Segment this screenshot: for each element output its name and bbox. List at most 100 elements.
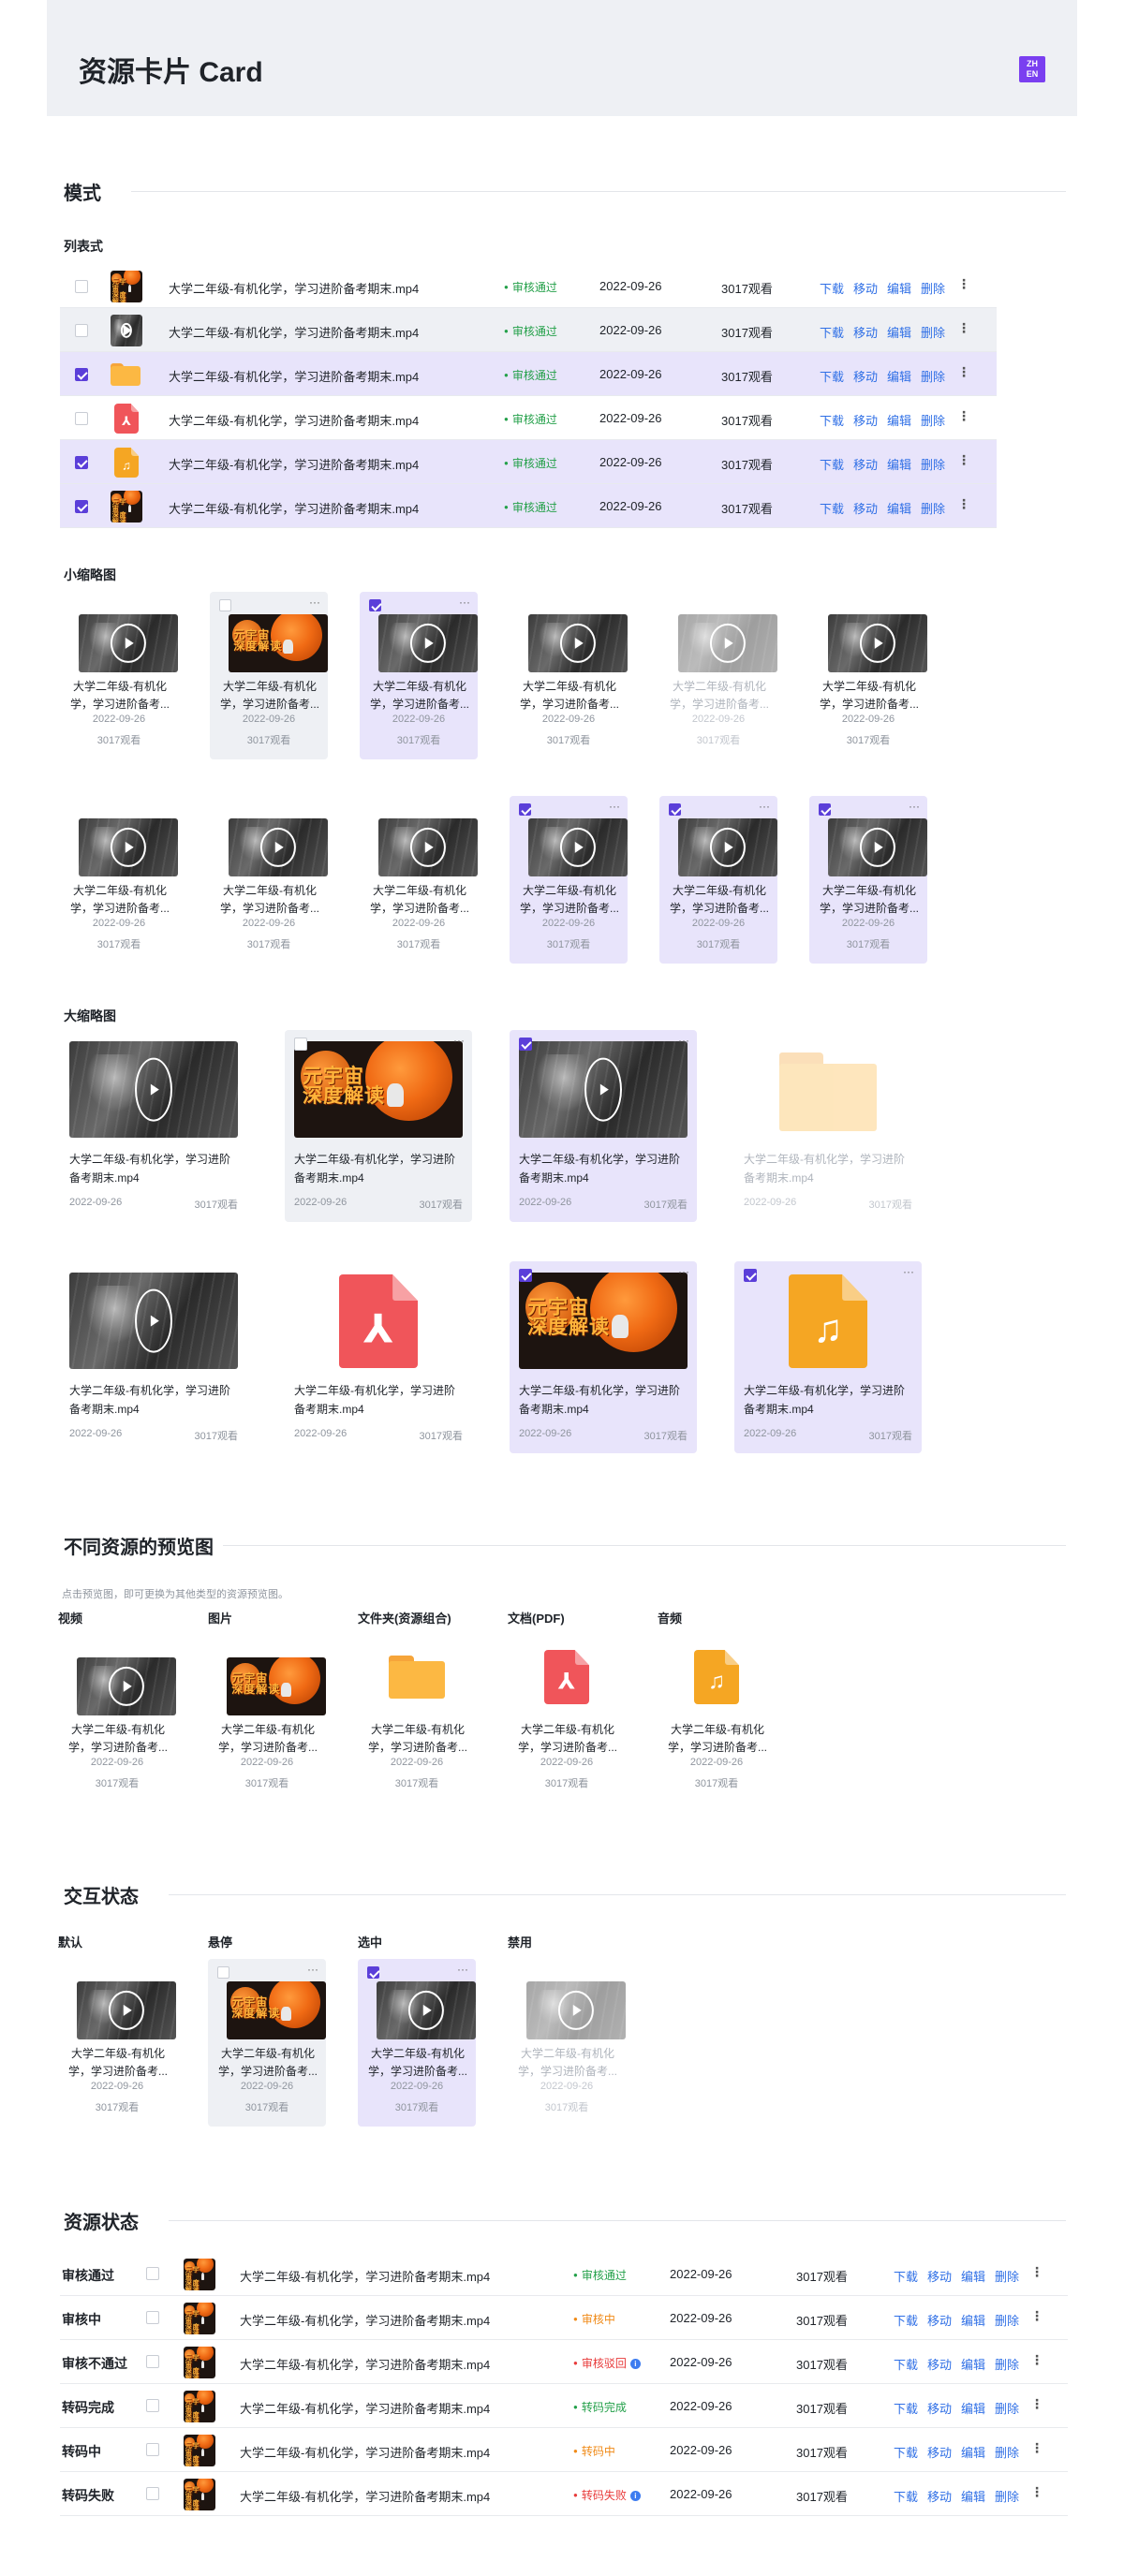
download-button[interactable]: 下载 — [820, 279, 844, 297]
row-checkbox[interactable] — [146, 2355, 159, 2368]
card-checkbox[interactable] — [369, 599, 381, 611]
list-row[interactable]: ♫ 大学二年级-有机化学，学习进阶备考期末.mp4 审核通过 2022-09-26 30… — [60, 440, 997, 484]
row-checkbox[interactable] — [75, 412, 88, 425]
delete-button[interactable]: 删除 — [995, 2399, 1019, 2417]
resource-card-small[interactable]: 大学二年级-有机化 学，学习进阶备考... 2022-09-26 3017观看 — [60, 592, 178, 759]
language-switch-button[interactable]: ZH EN — [1019, 56, 1045, 82]
edit-button[interactable]: 编辑 — [887, 279, 911, 297]
row-checkbox[interactable] — [146, 2399, 159, 2412]
list-row[interactable]: 元宇宙 深度解读 大学二年级-有机化学，学习进阶备考期末.mp4 审核通过 2022-… — [60, 264, 997, 308]
resource-card-large[interactable]: 大学二年级-有机化学，学习进阶 备考期末.mp4 2022-09-26 3017观看 — [60, 1030, 247, 1222]
resource-card-small[interactable]: 大学二年级-有机化 学，学习进阶备考... 2022-09-26 3017观看 — [60, 796, 178, 964]
resource-state-row[interactable]: 审核通过 元宇宙 深度解读 大学二年级-有机化学，学习进阶备考期末.mp4 审核通过 2… — [60, 2252, 1068, 2296]
edit-button[interactable]: 编辑 — [961, 2443, 985, 2461]
more-icon[interactable]: ⋮ — [1030, 2484, 1043, 2500]
resource-card-large[interactable]: 大学二年级-有机化学，学习进阶 备考期末.mp4 2022-09-26 3017观看 — [60, 1261, 247, 1453]
move-button[interactable]: 移动 — [927, 2399, 952, 2417]
card-checkbox[interactable] — [744, 1269, 757, 1282]
delete-button[interactable]: 删除 — [921, 367, 945, 385]
edit-button[interactable]: 编辑 — [887, 411, 911, 429]
resource-state-row[interactable]: 转码失败元宇宙 深度解读大学二年级-有机化学，学习进阶备考期末.mp4转码失败i… — [60, 2472, 1068, 2516]
card-checkbox[interactable] — [519, 1269, 532, 1282]
row-checkbox[interactable] — [146, 2443, 159, 2456]
resource-card-large[interactable]: ··· 元宇宙 深度解读 大学二年级-有机化学，学习进阶 备考期末.mp4 2022-0… — [285, 1030, 472, 1222]
resource-card-large[interactable]: ··· 大学二年级-有机化学，学习进阶 备考期末.mp4 2022-09-26 3017… — [510, 1030, 697, 1222]
row-checkbox[interactable] — [146, 2487, 159, 2500]
move-button[interactable]: 移动 — [927, 2355, 952, 2373]
download-button[interactable]: 下载 — [820, 499, 844, 517]
resource-card-small[interactable]: ··· 元宇宙 深度解读 大学二年级-有机化 学，学习进阶备考... 2022-09-2… — [210, 592, 328, 759]
resource-card-small[interactable]: ··· 大学二年级-有机化 学，学习进阶备考... 2022-09-26 3017观看 — [360, 592, 478, 759]
resource-card-small[interactable]: ··· 大学二年级-有机化 学，学习进阶备考... 2022-09-26 3017观看 — [510, 796, 628, 964]
resource-state-row[interactable]: 审核不通过 元宇宙 深度解读 大学二年级-有机化学，学习进阶备考期末.mp4 审核驳回… — [60, 2340, 1068, 2384]
info-icon[interactable]: i — [629, 2491, 641, 2501]
resource-card-small[interactable]: ⅄ 大学二年级-有机化 学，学习进阶备考... 2022-09-26 3017观看 — [508, 1635, 626, 1803]
edit-button[interactable]: 编辑 — [887, 455, 911, 473]
resource-card-small[interactable]: ··· 大学二年级-有机化 学，学习进阶备考... 2022-09-26 3017观看 — [659, 796, 777, 964]
resource-card-small[interactable]: 大学二年级-有机化 学，学习进阶备考... 2022-09-26 3017观看 — [510, 592, 628, 759]
more-icon[interactable]: ··· — [453, 1034, 465, 1047]
download-button[interactable]: 下载 — [820, 367, 844, 385]
row-checkbox[interactable] — [75, 324, 88, 337]
more-icon[interactable]: ⋮ — [957, 276, 970, 292]
more-icon[interactable]: ⋮ — [957, 452, 970, 468]
resource-card-small[interactable]: 大学二年级-有机化 学，学习进阶备考... 2022-09-26 3017观看 — [58, 1635, 176, 1803]
card-checkbox[interactable] — [367, 1966, 379, 1979]
download-button[interactable]: 下载 — [820, 455, 844, 473]
more-icon[interactable]: ··· — [457, 1963, 468, 1976]
more-icon[interactable]: ··· — [309, 596, 320, 609]
card-checkbox[interactable] — [519, 1038, 532, 1051]
edit-button[interactable]: 编辑 — [961, 2355, 985, 2373]
move-button[interactable]: 移动 — [853, 323, 878, 341]
resource-state-row[interactable]: 转码完成 元宇宙 深度解读 大学二年级-有机化学，学习进阶备考期末.mp4 转码完成 2… — [60, 2384, 1068, 2428]
resource-card-small[interactable]: ··· 大学二年级-有机化 学，学习进阶备考... 2022-09-26 3017观看 — [358, 1959, 476, 2127]
card-checkbox[interactable] — [219, 599, 231, 611]
row-checkbox[interactable] — [75, 500, 88, 513]
delete-button[interactable]: 删除 — [921, 499, 945, 517]
download-button[interactable]: 下载 — [894, 2267, 918, 2285]
delete-button[interactable]: 删除 — [921, 411, 945, 429]
resource-card-large[interactable]: ⅄ 大学二年级-有机化学，学习进阶 备考期末.mp4 2022-09-26 3017观看 — [285, 1261, 472, 1453]
more-icon[interactable]: ··· — [903, 1265, 914, 1278]
delete-button[interactable]: 删除 — [921, 455, 945, 473]
download-button[interactable]: 下载 — [820, 323, 844, 341]
resource-card-small[interactable]: ♫ 大学二年级-有机化 学，学习进阶备考... 2022-09-26 3017观看 — [658, 1635, 776, 1803]
more-icon[interactable]: ⋮ — [1030, 2440, 1043, 2456]
download-button[interactable]: 下载 — [894, 2311, 918, 2329]
download-button[interactable]: 下载 — [820, 411, 844, 429]
delete-button[interactable]: 删除 — [995, 2311, 1019, 2329]
resource-card-small[interactable]: 元宇宙 深度解读 大学二年级-有机化 学，学习进阶备考... 2022-09-26 30… — [208, 1635, 326, 1803]
more-icon[interactable]: ··· — [609, 800, 620, 813]
more-icon[interactable]: ⋮ — [1030, 2352, 1043, 2368]
more-icon[interactable]: ··· — [307, 1963, 318, 1976]
card-checkbox[interactable] — [294, 1038, 307, 1051]
more-icon[interactable]: ··· — [678, 1034, 689, 1047]
list-row[interactable]: ⅄ 大学二年级-有机化学，学习进阶备考期末.mp4 审核通过 2022-09-26 30… — [60, 396, 997, 440]
row-checkbox[interactable] — [75, 368, 88, 381]
more-icon[interactable]: ⋮ — [957, 364, 970, 380]
more-icon[interactable]: ⋮ — [957, 496, 970, 512]
more-icon[interactable]: ⋮ — [957, 408, 970, 424]
edit-button[interactable]: 编辑 — [887, 499, 911, 517]
resource-state-row[interactable]: 转码中 元宇宙 深度解读 大学二年级-有机化学，学习进阶备考期末.mp4 转码中 202… — [60, 2428, 1068, 2472]
move-button[interactable]: 移动 — [853, 499, 878, 517]
edit-button[interactable]: 编辑 — [887, 323, 911, 341]
resource-card-large[interactable]: ··· ♫ 大学二年级-有机化学，学习进阶 备考期末.mp4 2022-09-26 301… — [734, 1261, 922, 1453]
resource-card-small[interactable]: 大学二年级-有机化 学，学习进阶备考... 2022-09-26 3017观看 — [358, 1635, 476, 1803]
download-button[interactable]: 下载 — [894, 2355, 918, 2373]
download-button[interactable]: 下载 — [894, 2487, 918, 2505]
move-button[interactable]: 移动 — [927, 2443, 952, 2461]
edit-button[interactable]: 编辑 — [887, 367, 911, 385]
resource-state-row[interactable]: 审核中 元宇宙 深度解读 大学二年级-有机化学，学习进阶备考期末.mp4 审核中 202… — [60, 2296, 1068, 2340]
move-button[interactable]: 移动 — [927, 2487, 952, 2505]
delete-button[interactable]: 删除 — [921, 279, 945, 297]
move-button[interactable]: 移动 — [853, 455, 878, 473]
more-icon[interactable]: ··· — [759, 800, 770, 813]
more-icon[interactable]: ⋮ — [1030, 2308, 1043, 2324]
row-checkbox[interactable] — [75, 280, 88, 293]
card-checkbox[interactable] — [819, 803, 831, 816]
move-button[interactable]: 移动 — [927, 2311, 952, 2329]
resource-card-small[interactable]: 大学二年级-有机化 学，学习进阶备考... 2022-09-26 3017观看 — [360, 796, 478, 964]
list-row[interactable]: 大学二年级-有机化学，学习进阶备考期末.mp4 审核通过 2022-09-26 301… — [60, 308, 997, 352]
row-checkbox[interactable] — [75, 456, 88, 469]
